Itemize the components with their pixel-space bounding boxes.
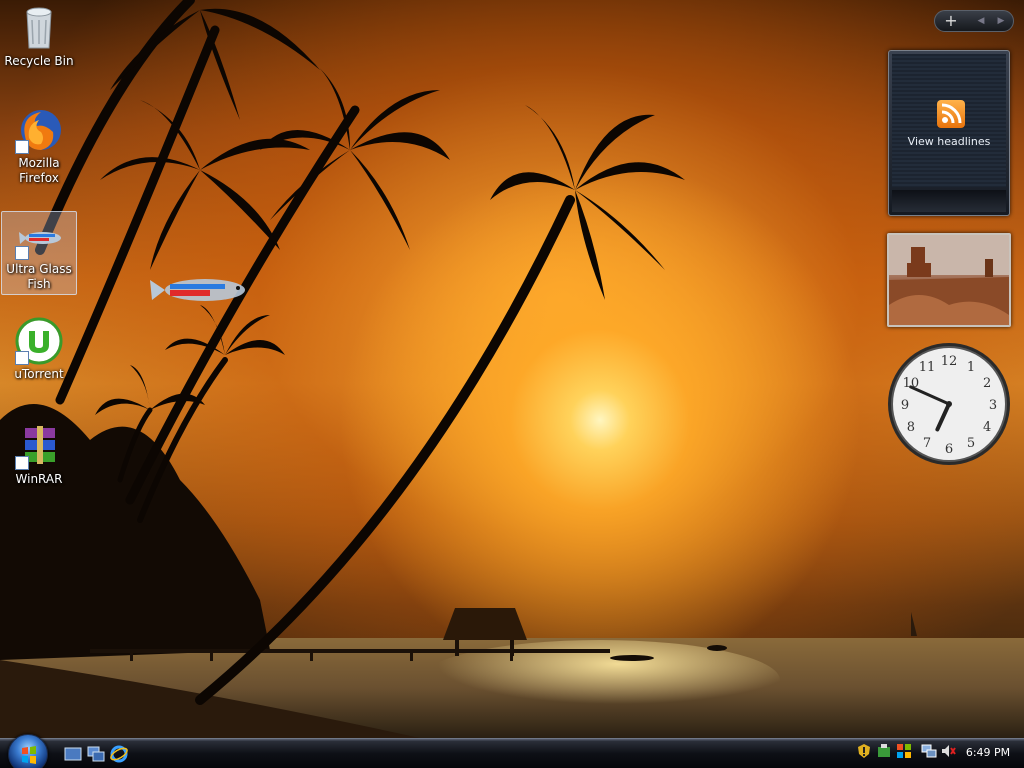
clock-numeral: 3 [989,398,997,413]
add-gadget-button[interactable]: + [939,11,963,31]
shortcut-arrow-icon [15,351,29,365]
clock-numeral: 5 [967,436,975,451]
firefox-icon [15,106,63,154]
recycle-bin-icon [15,4,63,52]
desktop-icon-recycle-bin[interactable]: Recycle Bin [1,4,77,69]
winrar-icon [15,422,63,470]
security-status-icon[interactable] [876,743,892,759]
clock-numeral: 6 [945,442,953,457]
feed-headlines-gadget[interactable]: View headlines [888,50,1010,216]
volume-muted-icon[interactable] [940,743,956,759]
sidebar-controls: + ◀ ▶ [934,10,1014,32]
desktop-icon-label: Recycle Bin [4,54,74,68]
desktop[interactable]: Recycle Bin Mozilla Firefox Ultra Glass … [0,0,1024,738]
shortcut-arrow-icon [15,456,29,470]
taskbar-clock[interactable]: 6:49 PM [958,744,1018,762]
clock-numeral: 4 [983,420,991,435]
ultra-glass-fish-sprite [150,279,245,301]
next-gadget-page-button[interactable]: ▶ [991,11,1011,31]
desktop-icon-label: Ultra Glass Fish [6,262,72,291]
feed-gadget-footer [892,190,1006,212]
shortcut-arrow-icon [15,246,29,260]
switch-windows-icon[interactable] [87,745,105,763]
clock-numeral: 8 [907,420,915,435]
clock-numeral: 9 [901,398,909,413]
desktop-icon-ultra-glass-fish[interactable]: Ultra Glass Fish [1,211,77,295]
utorrent-icon [15,317,63,365]
clock-gadget[interactable]: 12 1 2 3 4 5 6 7 8 9 10 11 [886,341,1012,467]
view-headlines-link[interactable]: View headlines [889,135,1009,148]
clock-numeral: 2 [983,376,991,391]
desktop-icon-label: WinRAR [15,472,63,486]
windows-defender-icon[interactable] [856,743,872,759]
desktop-icon-label: uTorrent [14,367,64,381]
desktop-icon-firefox[interactable]: Mozilla Firefox [1,106,77,186]
clock-numeral: 7 [923,436,931,451]
network-icon[interactable] [921,743,937,759]
slideshow-photo [889,235,1009,325]
fish-icon [15,212,63,260]
wallpaper-image [0,0,1024,738]
rss-icon [937,100,965,128]
update-icon[interactable] [896,743,912,759]
start-button[interactable] [8,734,48,768]
clock-numeral: 12 [941,354,958,369]
clock-face: 12 1234567891011 [888,343,1010,465]
shortcut-arrow-icon [15,140,29,154]
desktop-icon-winrar[interactable]: WinRAR [1,422,77,487]
internet-explorer-icon[interactable] [110,745,128,763]
desktop-icon-utorrent[interactable]: uTorrent [1,317,77,382]
clock-numeral: 1 [967,360,975,375]
windows-logo-icon [22,746,36,764]
show-desktop-icon[interactable] [64,745,82,763]
slideshow-gadget[interactable] [887,233,1011,327]
clock-numeral: 11 [919,360,936,375]
previous-gadget-page-button[interactable]: ◀ [971,11,991,31]
desktop-icon-label: Mozilla Firefox [18,156,60,185]
